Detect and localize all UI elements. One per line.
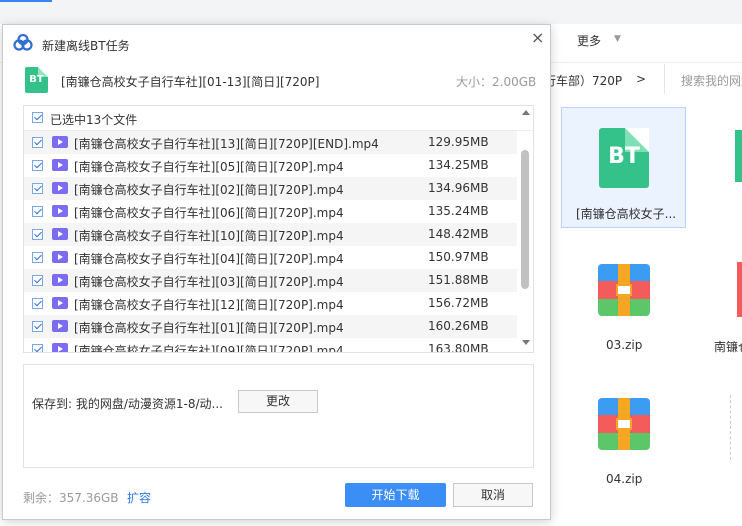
breadcrumb-arrow-icon: > (636, 72, 647, 86)
file-checkbox[interactable] (32, 183, 43, 194)
search-placeholder: 搜索我的网盘 (681, 74, 742, 88)
chevron-down-icon[interactable]: ▼ (614, 34, 621, 44)
file-tile-bt[interactable]: BT [南镰仓高校女子... (561, 107, 686, 228)
file-size: 134.25MB (428, 158, 489, 172)
zip-file-icon (598, 398, 650, 450)
start-download-button[interactable]: 开始下载 (345, 483, 446, 507)
save-location-panel: 保存到: 我的网盘/动漫资源1-8/动... 更改 (23, 364, 534, 468)
file-size: 148.42MB (428, 227, 489, 241)
change-path-button[interactable]: 更改 (238, 390, 318, 413)
cancel-button[interactable]: 取消 (453, 483, 533, 507)
scroll-up-icon[interactable] (522, 110, 530, 115)
partial-file-icon (737, 262, 742, 317)
video-file-icon (52, 136, 68, 148)
active-tab-indicator (0, 0, 52, 2)
file-list: 已选中13个文件 [南镰仓高校女子自行车社][13][简日][720P][END… (23, 105, 534, 353)
file-size: 156.72MB (428, 296, 489, 310)
file-row[interactable]: [南镰仓高校女子自行车社][06][简日][720P].mp4 135.24MB (24, 200, 517, 223)
file-size: 163.80MB (428, 342, 489, 352)
dialog-title: 新建离线BT任务 (42, 39, 130, 53)
file-row[interactable]: [南镰仓高校女子自行车社][09][简日][720P].mp4 163.80MB (24, 338, 517, 352)
file-name: [南镰仓高校女子自行车社][09][简日][720P].mp4 (74, 344, 344, 352)
file-checkbox[interactable] (32, 160, 43, 171)
file-tile-zip[interactable]: 04.zip (596, 398, 656, 488)
task-size: 大小：2.00GB (456, 75, 537, 89)
file-row[interactable]: [南镰仓高校女子自行车社][12][简日][720P].mp4 156.72MB (24, 292, 517, 315)
file-checkbox[interactable] (32, 137, 43, 148)
upload-placeholder[interactable] (730, 395, 742, 460)
file-name: [南镰仓高校女子自行车社][06][简日][720P].mp4 (74, 206, 344, 220)
file-name: [南镰仓高校女子自行车社][01][简日][720P].mp4 (74, 321, 344, 335)
task-name: [南镰仓高校女子自行车社][01-13][简日][720P] (61, 75, 320, 89)
file-checkbox[interactable] (32, 252, 43, 263)
file-size: 160.26MB (428, 319, 489, 333)
file-tile-zip[interactable]: 03.zip (596, 264, 656, 354)
file-row[interactable]: [南镰仓高校女子自行车社][02][简日][720P].mp4 134.96MB (24, 177, 517, 200)
file-tile-name: [南镰仓高校女子... (576, 207, 677, 221)
video-file-icon (52, 182, 68, 194)
file-name: [南镰仓高校女子自行车社][10][简日][720P].mp4 (74, 229, 344, 243)
bt-file-icon: BT (25, 67, 48, 93)
file-tile-name: 03.zip (606, 338, 643, 352)
video-file-icon (52, 251, 68, 263)
file-size: 134.96MB (428, 181, 489, 195)
file-size: 129.95MB (428, 135, 489, 149)
partial-file-icon (735, 130, 742, 182)
video-file-icon (52, 228, 68, 240)
file-size: 150.97MB (428, 250, 489, 264)
scroll-thumb[interactable] (521, 150, 529, 289)
file-checkbox[interactable] (32, 298, 43, 309)
more-button[interactable]: 更多 (577, 32, 601, 49)
file-tile-name: 南镰仓 (714, 340, 742, 354)
cloud-logo-icon (13, 34, 33, 51)
file-row[interactable]: [南镰仓高校女子自行车社][04][简日][720P].mp4 150.97MB (24, 246, 517, 269)
file-row[interactable]: [南镰仓高校女子自行车社][13][简日][720P][END].mp4 129.… (24, 131, 517, 154)
file-row[interactable]: [南镰仓高校女子自行车社][05][简日][720P].mp4 134.25MB (24, 154, 517, 177)
file-size: 135.24MB (428, 204, 489, 218)
selected-count: 已选中13个文件 (50, 113, 138, 127)
file-checkbox[interactable] (32, 275, 43, 286)
file-checkbox[interactable] (32, 206, 43, 217)
breadcrumb-current[interactable]: 行车部）720P (544, 72, 622, 89)
bt-file-icon: BT (599, 128, 649, 188)
expand-storage-link[interactable]: 扩容 (127, 489, 151, 506)
close-icon[interactable]: × (531, 28, 544, 47)
file-row[interactable]: [南镰仓高校女子自行车社][01][简日][720P].mp4 160.26MB (24, 315, 517, 338)
file-list-header: 已选中13个文件 (24, 106, 533, 131)
scrollbar[interactable] (517, 106, 533, 352)
top-bar (0, 0, 742, 24)
zip-file-icon (598, 264, 650, 316)
file-name: [南镰仓高校女子自行车社][04][简日][720P].mp4 (74, 252, 344, 266)
file-name: [南镰仓高校女子自行车社][03][简日][720P].mp4 (74, 275, 344, 289)
file-row[interactable]: [南镰仓高校女子自行车社][10][简日][720P].mp4 148.42MB (24, 223, 517, 246)
free-space: 剩余：357.36GB (23, 491, 119, 505)
file-tile-name: 04.zip (606, 472, 643, 486)
file-rows: [南镰仓高校女子自行车社][13][简日][720P][END].mp4 129.… (24, 131, 517, 352)
scroll-down-icon[interactable] (522, 340, 530, 345)
file-name: [南镰仓高校女子自行车社][13][简日][720P][END].mp4 (74, 137, 379, 151)
video-file-icon (52, 297, 68, 309)
file-checkbox[interactable] (32, 344, 43, 352)
file-checkbox[interactable] (32, 321, 43, 332)
file-row[interactable]: [南镰仓高校女子自行车社][03][简日][720P].mp4 151.88MB (24, 269, 517, 292)
offline-bt-dialog: 新建离线BT任务 × BT [南镰仓高校女子自行车社][01-13][简日][7… (2, 24, 551, 520)
video-file-icon (52, 320, 68, 332)
video-file-icon (52, 205, 68, 217)
file-size: 151.88MB (428, 273, 489, 287)
select-all-checkbox[interactable] (32, 112, 43, 123)
save-path: 保存到: 我的网盘/动漫资源1-8/动... (32, 397, 223, 411)
file-name: [南镰仓高校女子自行车社][12][简日][720P].mp4 (74, 298, 344, 312)
file-name: [南镰仓高校女子自行车社][05][简日][720P].mp4 (74, 160, 344, 174)
search-input[interactable]: 搜索我的网盘 (664, 64, 742, 94)
file-checkbox[interactable] (32, 229, 43, 240)
video-file-icon (52, 274, 68, 286)
video-file-icon (52, 159, 68, 171)
file-name: [南镰仓高校女子自行车社][02][简日][720P].mp4 (74, 183, 344, 197)
video-file-icon (52, 343, 68, 352)
